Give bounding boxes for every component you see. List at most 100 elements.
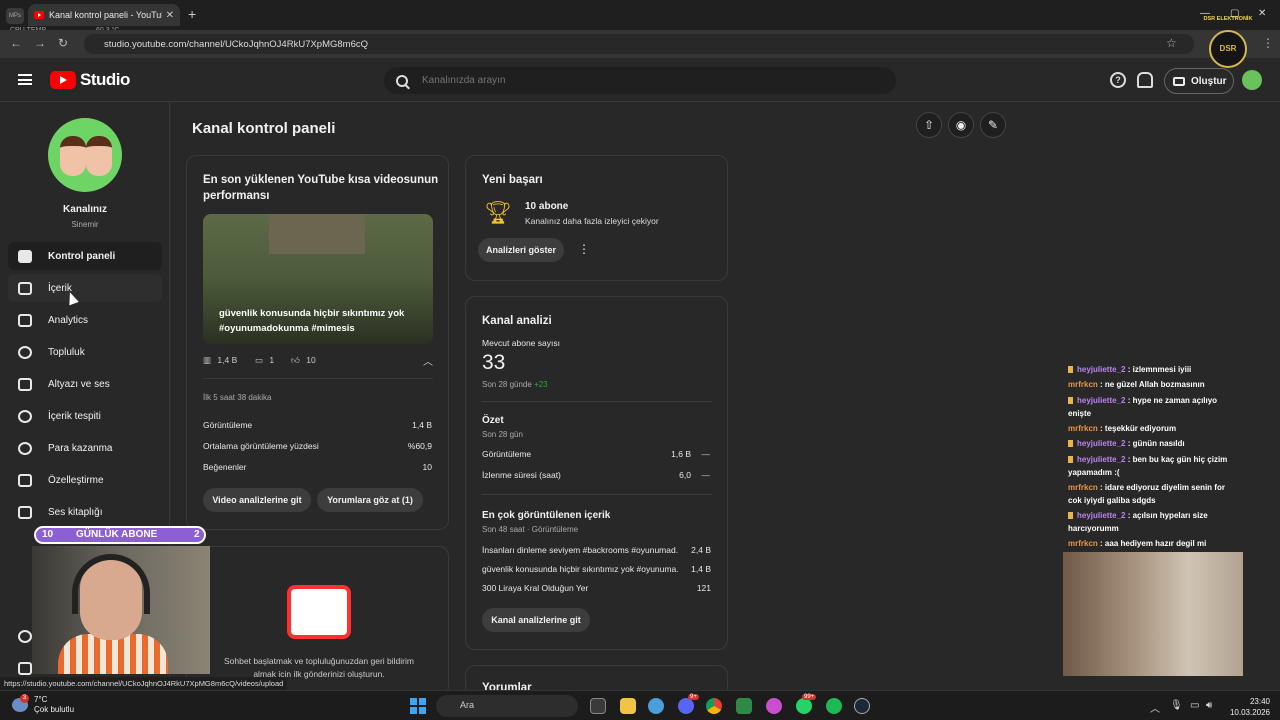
reload-icon[interactable]: ↻ xyxy=(58,36,68,50)
chat-text: : günün nasıldı xyxy=(1127,439,1185,448)
file-explorer-icon[interactable] xyxy=(620,698,636,714)
channel-avatar[interactable] xyxy=(48,118,122,192)
create-post-icon[interactable]: ✎ xyxy=(980,112,1006,138)
thumbnail-caption: güvenlik konusunda hiçbir sıkıntımız yok… xyxy=(219,308,405,334)
short-thumbnail[interactable]: güvenlik konusunda hiçbir sıkıntımız yok… xyxy=(203,214,433,344)
bar-chart-icon: ▥ xyxy=(203,355,212,365)
streamer-webcam xyxy=(32,546,210,674)
back-icon[interactable]: ← xyxy=(10,36,22,50)
subs-period: Son 28 günde +23 xyxy=(482,380,548,389)
show-analytics-button[interactable]: Analizleri göster xyxy=(478,238,564,262)
pinned-tab[interactable]: MPs xyxy=(6,8,24,24)
feedback-icon[interactable] xyxy=(18,662,32,675)
sidebar-item-copyright[interactable]: İçerik tespiti xyxy=(8,402,162,430)
top-content-value: 121 xyxy=(696,583,711,593)
volume-icon[interactable]: 🔊︎ xyxy=(1206,700,1212,711)
discord-icon[interactable] xyxy=(678,698,694,714)
summary-value: 6,0 xyxy=(679,470,691,480)
summary-label: Görüntüleme xyxy=(482,449,532,459)
sidebar-item-label: Altyazı ve ses xyxy=(48,378,110,390)
top-content-link[interactable]: 300 Liraya Kral Olduğun Yer xyxy=(482,583,678,593)
chat-message: heyjuliette_2 : ben bu kaç gün hiç çizim… xyxy=(1068,453,1238,479)
taskbar-search[interactable]: Ara xyxy=(436,695,578,717)
chrome-icon[interactable] xyxy=(706,698,722,714)
likes-stat: 👍︎ 10 xyxy=(291,355,316,366)
browser-tab-active[interactable]: Kanal kontrol paneli - YouTube ✕ xyxy=(28,4,180,26)
taskbar-clock[interactable]: 23:40 10.03.2026 xyxy=(1224,696,1270,718)
video-analytics-button[interactable]: Video analizlerine git xyxy=(203,488,311,512)
chat-badge-icon xyxy=(1068,366,1073,374)
summary-label: İzlenme süresi (saat) xyxy=(482,470,561,480)
more-options-icon[interactable]: ⋮ xyxy=(578,242,590,256)
whatsapp-icon[interactable] xyxy=(796,698,812,714)
network-icon[interactable]: ▭ xyxy=(1190,700,1199,711)
sidebar-item-dashboard[interactable]: Kontrol paneli xyxy=(8,242,162,270)
youtube-logo-icon[interactable] xyxy=(50,71,76,89)
divider xyxy=(203,378,433,379)
metric-label: Ortalama görüntüleme yüzdesi xyxy=(203,441,319,451)
windows-start-icon[interactable] xyxy=(410,698,426,714)
sidebar-item-customization[interactable]: Özelleştirme xyxy=(8,466,162,494)
weather-badge: 3 xyxy=(20,694,29,703)
sidebar-item-analytics[interactable]: Analytics xyxy=(8,306,162,334)
avatar-face-left xyxy=(60,136,86,176)
channel-name: Kanalınız xyxy=(63,204,107,215)
steam-icon[interactable] xyxy=(854,698,870,714)
new-tab-button[interactable]: + xyxy=(188,6,196,22)
chat-text: : aaa hediyem hazır degil mi xyxy=(1100,539,1207,548)
chevron-up-icon[interactable]: ︿ xyxy=(423,353,433,368)
chat-text: : teşekkür ediyorum xyxy=(1100,424,1177,433)
content-icon xyxy=(18,281,32,295)
sidebar-item-label: İçerik tespiti xyxy=(48,410,101,422)
stream-logo: DSR ELEKTRONİK DSR xyxy=(1196,16,1260,90)
period-label: İlk 5 saat 38 dakika xyxy=(203,393,272,402)
top-content-link[interactable]: İnsanları dinleme seviyem #backrooms #oy… xyxy=(482,545,678,555)
top-content-link[interactable]: güvenlik konusunda hiçbir sıkıntımız yok… xyxy=(482,564,678,574)
channel-analytics-button[interactable]: Kanal analizlerine git xyxy=(482,608,590,632)
forward-icon[interactable]: → xyxy=(34,36,46,50)
chat-user: mrfrkcn xyxy=(1068,380,1098,389)
spotify-icon[interactable] xyxy=(826,698,842,714)
search-bar[interactable] xyxy=(384,67,896,94)
search-input[interactable] xyxy=(422,75,862,86)
menu-icon[interactable] xyxy=(18,74,32,85)
views-stat: ▥ 1,4 B xyxy=(203,355,237,366)
studio-logo-text[interactable]: Studio xyxy=(80,70,130,90)
help-icon[interactable]: ? xyxy=(1110,72,1126,88)
thumbs-up-icon: 👍︎ xyxy=(291,355,300,365)
channel-handle: Sinemir xyxy=(71,220,99,229)
url-field[interactable]: studio.youtube.com/channel/UCkoJqhnOJ4Rk… xyxy=(84,34,1194,54)
whatsapp-badge: 99+ xyxy=(802,694,817,700)
bookmark-star-icon[interactable]: ☆ xyxy=(1166,36,1177,50)
notifications-bell-icon[interactable] xyxy=(1137,72,1153,88)
webcam-shirt xyxy=(58,634,168,674)
community-card: Sohbet başlatmak ve topluluğunuzdan geri… xyxy=(186,546,449,696)
weather-widget[interactable]: 7°C Çok bulutlu xyxy=(34,695,74,715)
settings-app-icon[interactable] xyxy=(648,698,664,714)
status-bar-url: https://studio.youtube.com/channel/UCkoJ… xyxy=(0,677,288,690)
sidebar-item-label: Topluluk xyxy=(48,346,85,358)
achievement-card: Yeni başarı 🏆︎ 10 abone Kanalınız daha f… xyxy=(465,155,728,281)
sidebar-item-community[interactable]: Topluluk xyxy=(8,338,162,366)
upload-icon[interactable]: ⇧ xyxy=(916,112,942,138)
tray-chevron-icon[interactable]: ︿ xyxy=(1150,700,1160,715)
view-comments-button[interactable]: Yorumlara göz at (1) xyxy=(317,488,423,512)
browser-menu-icon[interactable]: ⋮ xyxy=(1262,36,1274,50)
sidebar-item-audio-library[interactable]: Ses kitaplığı xyxy=(8,498,162,526)
task-view-icon[interactable] xyxy=(590,698,606,714)
microphone-icon[interactable]: 🎙︎ xyxy=(1170,700,1183,711)
sidebar-item-subtitles[interactable]: Altyazı ve ses xyxy=(8,370,162,398)
magic-wand-icon xyxy=(18,473,32,487)
settings-gear-icon[interactable] xyxy=(18,630,32,643)
chat-badge-icon xyxy=(1068,440,1073,448)
sidebar-item-content[interactable]: İçerik xyxy=(8,274,162,302)
divider xyxy=(482,401,712,402)
opera-icon[interactable] xyxy=(766,698,782,714)
sidebar-item-earn[interactable]: Para kazanma xyxy=(8,434,162,462)
live-icon[interactable]: ◉ xyxy=(948,112,974,138)
comment-icon: ▭ xyxy=(255,355,264,365)
top-content-value: 1,4 B xyxy=(691,564,711,574)
divider xyxy=(482,494,712,495)
tab-close-icon[interactable]: ✕ xyxy=(166,10,174,21)
app-icon[interactable] xyxy=(736,698,752,714)
